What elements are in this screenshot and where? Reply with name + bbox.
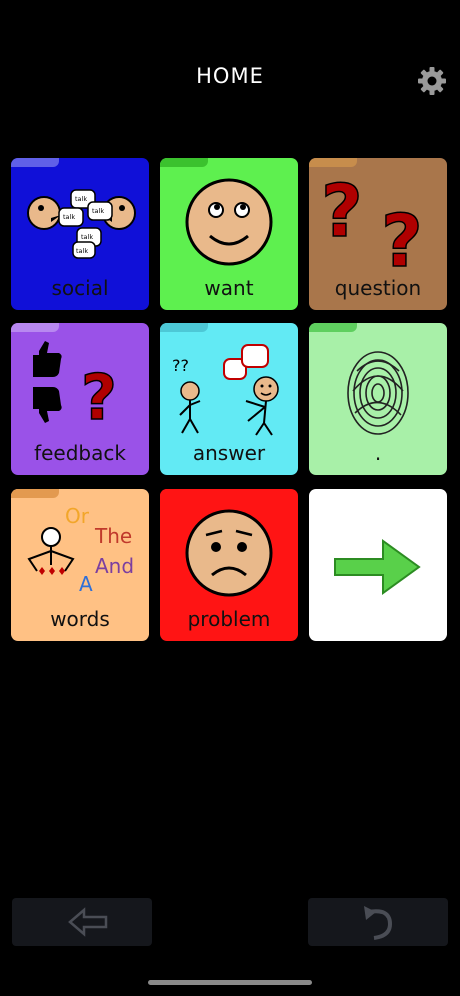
tile-problem[interactable]: problem bbox=[160, 489, 298, 641]
talk-text: talk bbox=[81, 233, 93, 241]
smiley-face-icon bbox=[185, 178, 273, 266]
page-title: HOME bbox=[196, 64, 264, 88]
tile-next-page[interactable] bbox=[309, 489, 447, 641]
word-a: A bbox=[79, 572, 93, 596]
word-and: And bbox=[95, 554, 134, 578]
tile-label: feedback bbox=[34, 441, 126, 465]
talking-faces-icon: talk talk talk talk talk bbox=[27, 189, 136, 259]
tile-label: problem bbox=[187, 607, 271, 631]
svg-text:?: ? bbox=[81, 361, 117, 434]
talk-text: talk bbox=[76, 247, 88, 255]
words-person-icon: Or The And A bbox=[27, 504, 134, 596]
tile-label: words bbox=[50, 607, 110, 631]
tile-label: . bbox=[374, 441, 382, 465]
tile-answer[interactable]: ?? answer bbox=[160, 323, 298, 475]
back-button[interactable] bbox=[12, 898, 152, 946]
gear-icon[interactable] bbox=[417, 66, 447, 96]
conversation-icon: ?? bbox=[172, 344, 279, 436]
undo-button[interactable] bbox=[308, 898, 448, 946]
talk-text: talk bbox=[75, 195, 87, 203]
tile-label: answer bbox=[192, 441, 266, 465]
sad-face-icon bbox=[185, 509, 273, 597]
tile-words[interactable]: Or The And A words bbox=[11, 489, 149, 641]
tile-question[interactable]: ? ? question bbox=[309, 158, 447, 310]
talk-text: talk bbox=[92, 207, 104, 215]
tile-feedback[interactable]: ? feedback bbox=[11, 323, 149, 475]
tile-period[interactable]: . bbox=[309, 323, 447, 475]
question-marks-icon: ? ? bbox=[320, 168, 423, 278]
fingerprint-icon bbox=[347, 351, 409, 435]
back-arrow-icon bbox=[68, 907, 108, 937]
word-the: The bbox=[94, 524, 132, 548]
svg-text:?: ? bbox=[381, 199, 423, 278]
question-text: ?? bbox=[172, 356, 189, 375]
undo-icon bbox=[364, 906, 393, 940]
word-or: Or bbox=[65, 504, 90, 528]
thumbs-question-icon: ? bbox=[33, 341, 118, 435]
tile-label: question bbox=[334, 276, 422, 300]
tile-label: social bbox=[51, 276, 109, 300]
tile-want[interactable]: want bbox=[160, 158, 298, 310]
svg-text:?: ? bbox=[321, 169, 363, 253]
tile-social[interactable]: talk talk talk talk talk social bbox=[11, 158, 149, 310]
tile-label: want bbox=[204, 276, 254, 300]
talk-text: talk bbox=[63, 213, 75, 221]
arrow-right-icon bbox=[334, 539, 421, 595]
home-indicator[interactable] bbox=[148, 980, 312, 985]
